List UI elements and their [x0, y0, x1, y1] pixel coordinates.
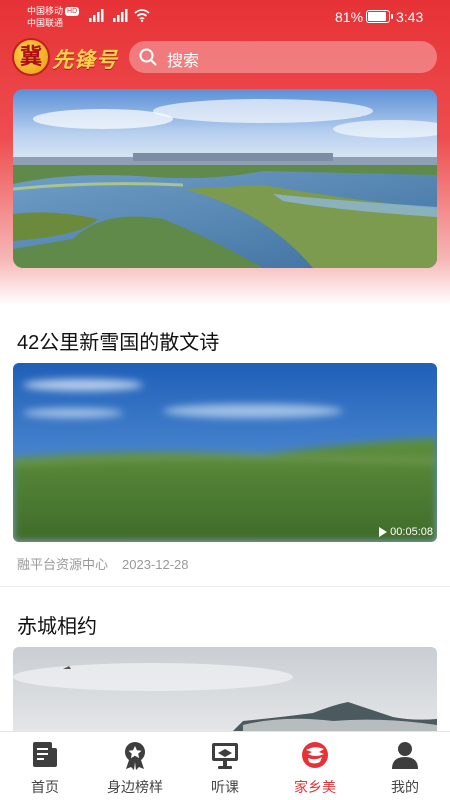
article-source: 融平台资源中心: [17, 557, 109, 572]
clock: 3:43: [396, 9, 424, 25]
tab-home[interactable]: 首页: [0, 732, 90, 800]
search-bar[interactable]: 搜索: [129, 41, 437, 73]
profile-icon: [392, 742, 418, 769]
search-placeholder: 搜索: [167, 53, 200, 70]
battery-percent: 81%: [335, 9, 364, 25]
hometown-icon: [302, 742, 328, 768]
video-thumbnail[interactable]: 00:05:08: [13, 363, 437, 542]
video-duration: 00:05:08: [379, 526, 433, 538]
signal-icon: [113, 9, 128, 22]
tab-label: 听课: [211, 779, 239, 795]
banner-image: [13, 89, 437, 268]
lecture-icon: [212, 743, 238, 769]
article-title[interactable]: 赤城相约: [17, 610, 97, 639]
tab-role-models[interactable]: 身边榜样: [90, 732, 180, 800]
article-date: 2023-12-28: [122, 557, 189, 572]
bottom-tab-bar: 首页 身边榜样 听课 家乡美 我的: [0, 731, 450, 800]
carrier-1: 中国移动: [27, 6, 64, 16]
article-meta: 融平台资源中心 2023-12-28: [17, 554, 189, 573]
logo-text: 先锋号: [52, 47, 118, 72]
signal-icon: [89, 9, 104, 22]
search-icon: [139, 48, 157, 66]
status-bar: 中国移动 HD 中国联通 81% 3:43: [0, 0, 450, 34]
carrier-2: 中国联通: [27, 18, 64, 28]
video-thumbnail[interactable]: [13, 647, 437, 731]
video-image: [13, 647, 437, 731]
tab-profile[interactable]: 我的: [360, 732, 450, 800]
carrier-info: 中国移动 HD 中国联通: [27, 5, 80, 29]
tab-hometown[interactable]: 家乡美: [270, 732, 360, 800]
hd-badge: HD: [65, 7, 80, 16]
news-icon: [33, 742, 57, 767]
article-title[interactable]: 42公里新雪国的散文诗: [17, 326, 219, 355]
wifi-icon: [134, 9, 150, 22]
tab-label: 家乡美: [294, 779, 336, 795]
battery-icon: [366, 10, 393, 23]
app-logo[interactable]: 冀 先锋号: [12, 38, 122, 78]
divider: [0, 586, 450, 587]
tab-lectures[interactable]: 听课: [180, 732, 270, 800]
tab-label: 首页: [31, 779, 59, 795]
tab-label: 我的: [391, 779, 419, 795]
logo-seal: 冀: [12, 38, 50, 76]
tab-label: 身边榜样: [107, 779, 163, 795]
play-icon: [379, 527, 388, 537]
video-image: [13, 363, 437, 542]
duration-text: 00:05:08: [390, 526, 433, 538]
medal-icon: [125, 742, 145, 770]
banner-carousel[interactable]: [13, 89, 437, 268]
